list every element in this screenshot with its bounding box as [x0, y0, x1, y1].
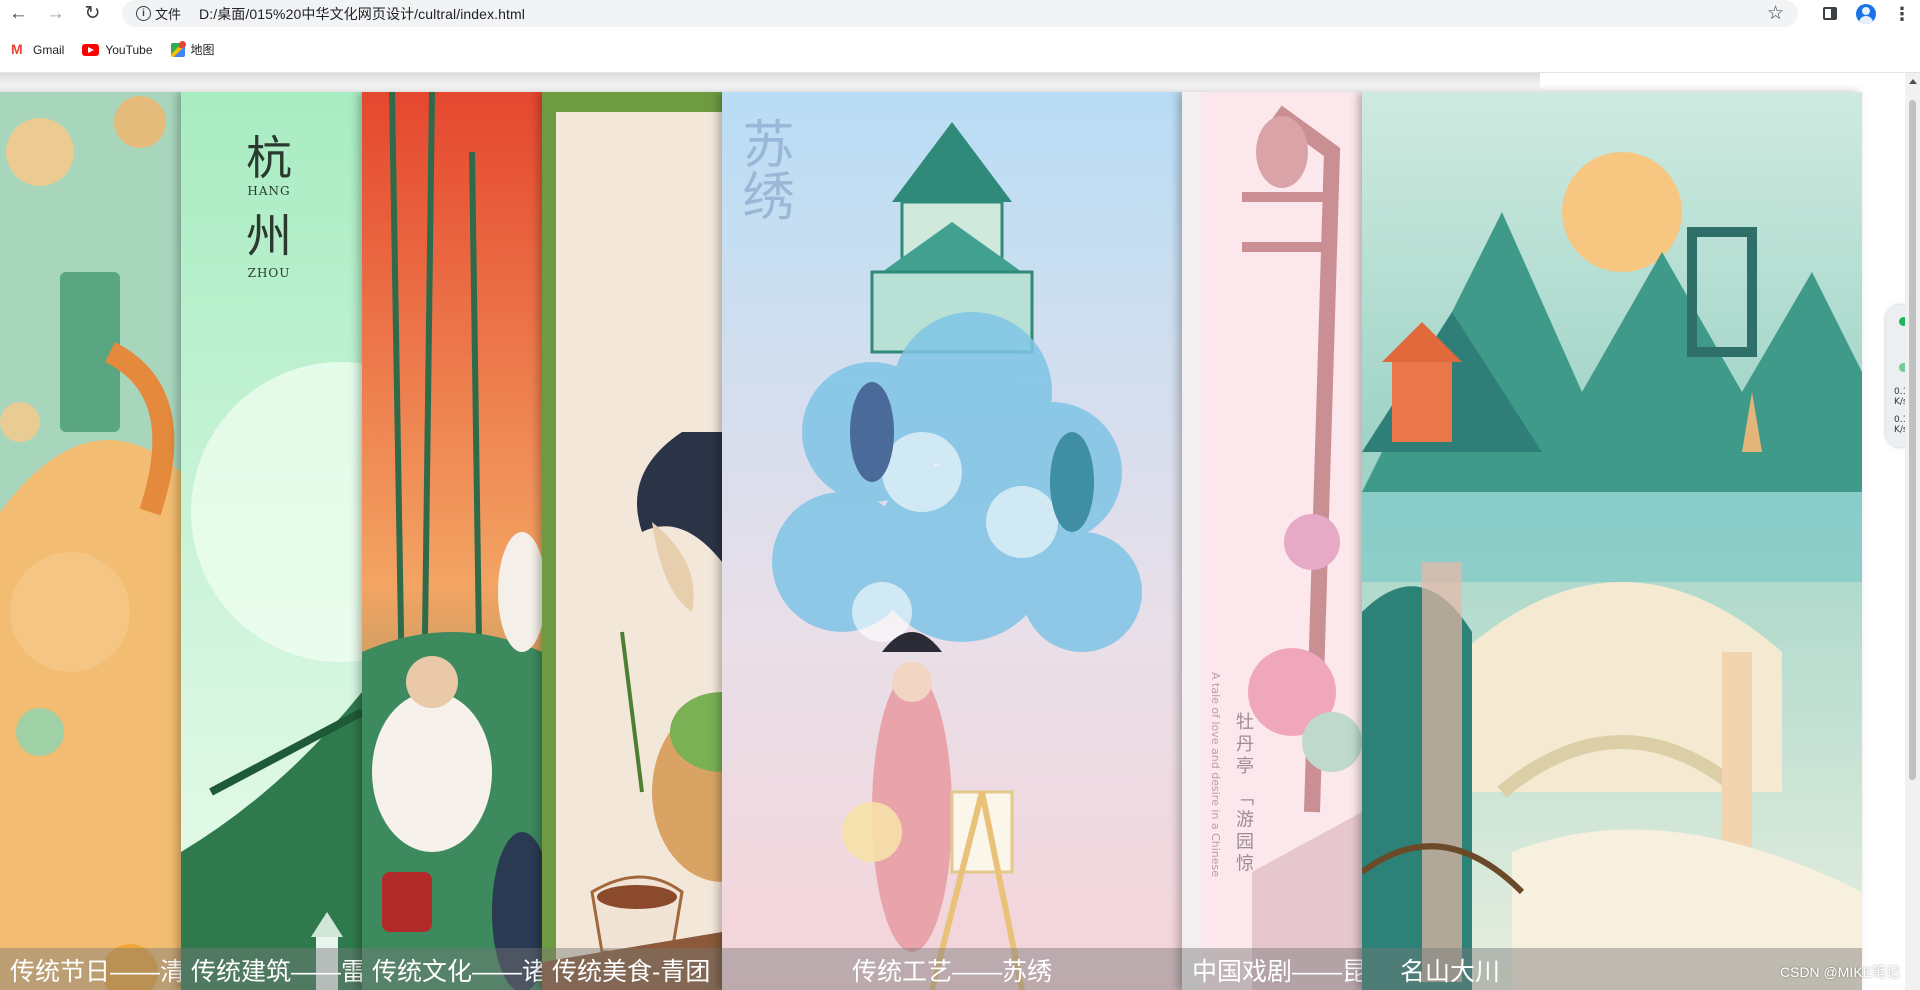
- kunqu-vertical-text: 牡丹亭 「游园惊: [1233, 712, 1254, 876]
- bookmark-maps[interactable]: 地图: [170, 40, 215, 58]
- hangzhou-char: 州: [246, 209, 292, 263]
- hangzhou-roman: HANG: [247, 184, 291, 198]
- scroll-up-arrow-icon[interactable]: [1909, 79, 1917, 84]
- gmail-icon: [11, 41, 27, 57]
- menu-button[interactable]: ⋮: [1884, 0, 1920, 27]
- panel-caption: 传统文化——诸子百家: [362, 948, 542, 990]
- forward-button[interactable]: →: [37, 0, 74, 27]
- top-shadow: [0, 73, 1540, 91]
- gallery-panel-mingshan[interactable]: 名山大川: [1362, 92, 1862, 990]
- panel-caption: 传统美食-青团: [542, 948, 722, 990]
- url-text[interactable]: D:/桌面/015%20中华文化网页设计/cultral/index.html: [199, 4, 525, 24]
- bookmark-label: 地图: [190, 43, 215, 57]
- profile-button[interactable]: [1848, 0, 1884, 27]
- bookmark-label: Gmail: [33, 42, 65, 57]
- hangzhou-vertical-title: 杭 HANG 州 ZHOU: [229, 132, 309, 280]
- panel-caption: 传统建筑——雷峰塔: [181, 948, 362, 990]
- profile-avatar-icon: [1856, 3, 1876, 24]
- forward-arrow-icon: →: [46, 2, 65, 24]
- reload-icon: ↻: [84, 3, 101, 24]
- hangzhou-roman: ZHOU: [247, 266, 291, 280]
- suxiu-illustration: [722, 92, 1182, 990]
- panel-caption: 中国戏剧——昆曲: [1182, 948, 1362, 990]
- toolbar-right-icons: ⋮: [1812, 0, 1920, 27]
- maps-icon: [170, 40, 186, 57]
- address-bar[interactable]: i 文件 D:/桌面/015%20中华文化网页设计/cultral/index.…: [122, 0, 1798, 27]
- info-icon: i: [136, 6, 151, 21]
- qingming-illustration: [0, 92, 181, 990]
- gallery-panel-suxiu[interactable]: 苏绣 传统工艺——苏绣: [722, 92, 1182, 990]
- bookmarks-bar: Gmail YouTube 地图: [0, 27, 1920, 73]
- hangzhou-char: 杭: [246, 131, 292, 185]
- watermark: CSDN @MIKE笔记: [1780, 964, 1900, 980]
- gallery-panel-qingtuan[interactable]: 传统美食-青团: [542, 92, 722, 990]
- suxiu-calligraphy-title: 苏绣: [733, 117, 793, 221]
- side-panel-icon: [1823, 7, 1837, 20]
- kebab-menu-icon: ⋮: [1893, 3, 1911, 24]
- reload-button[interactable]: ↻: [74, 0, 111, 27]
- side-panel-button[interactable]: [1812, 0, 1848, 27]
- bookmark-star-icon[interactable]: ☆: [1767, 2, 1784, 25]
- browser-toolbar: ← → ↻ i 文件 D:/桌面/015%20中华文化网页设计/cultral/…: [0, 0, 1920, 27]
- kunqu-english-text: A tale of love and desire in a Chinese: [1209, 672, 1222, 878]
- back-arrow-icon: ←: [9, 2, 28, 24]
- bookmark-youtube[interactable]: YouTube: [82, 42, 153, 57]
- panel-caption: 传统工艺——苏绣: [722, 948, 1182, 990]
- page-viewport: 传统节日——清明 杭 HANG 州 ZHOU 传统建筑——雷峰塔: [0, 73, 1905, 990]
- site-info-label: 文件: [155, 7, 182, 22]
- bookmark-label: YouTube: [105, 42, 153, 57]
- scrollbar-thumb[interactable]: [1909, 100, 1916, 780]
- site-info-chip[interactable]: i 文件: [132, 3, 189, 24]
- gallery-panel-qingming[interactable]: 传统节日——清明: [0, 92, 181, 990]
- youtube-icon: [82, 43, 100, 56]
- gallery-panel-zhuzi[interactable]: 传统文化——诸子百家: [362, 92, 542, 990]
- vertical-scrollbar[interactable]: [1905, 73, 1920, 990]
- mingshan-illustration: [1362, 92, 1862, 990]
- gallery-panel-kunqu[interactable]: A tale of love and desire in a Chinese 牡…: [1182, 92, 1362, 990]
- gallery-panel-leifeng[interactable]: 杭 HANG 州 ZHOU 传统建筑——雷峰塔: [181, 92, 362, 990]
- qingtuan-illustration: [542, 92, 722, 990]
- back-button[interactable]: ←: [0, 0, 37, 27]
- panel-caption: 传统节日——清明: [0, 948, 181, 990]
- zhuzi-illustration: [362, 92, 542, 990]
- accordion-gallery: 传统节日——清明 杭 HANG 州 ZHOU 传统建筑——雷峰塔: [0, 92, 1862, 990]
- bookmark-gmail[interactable]: Gmail: [11, 41, 65, 57]
